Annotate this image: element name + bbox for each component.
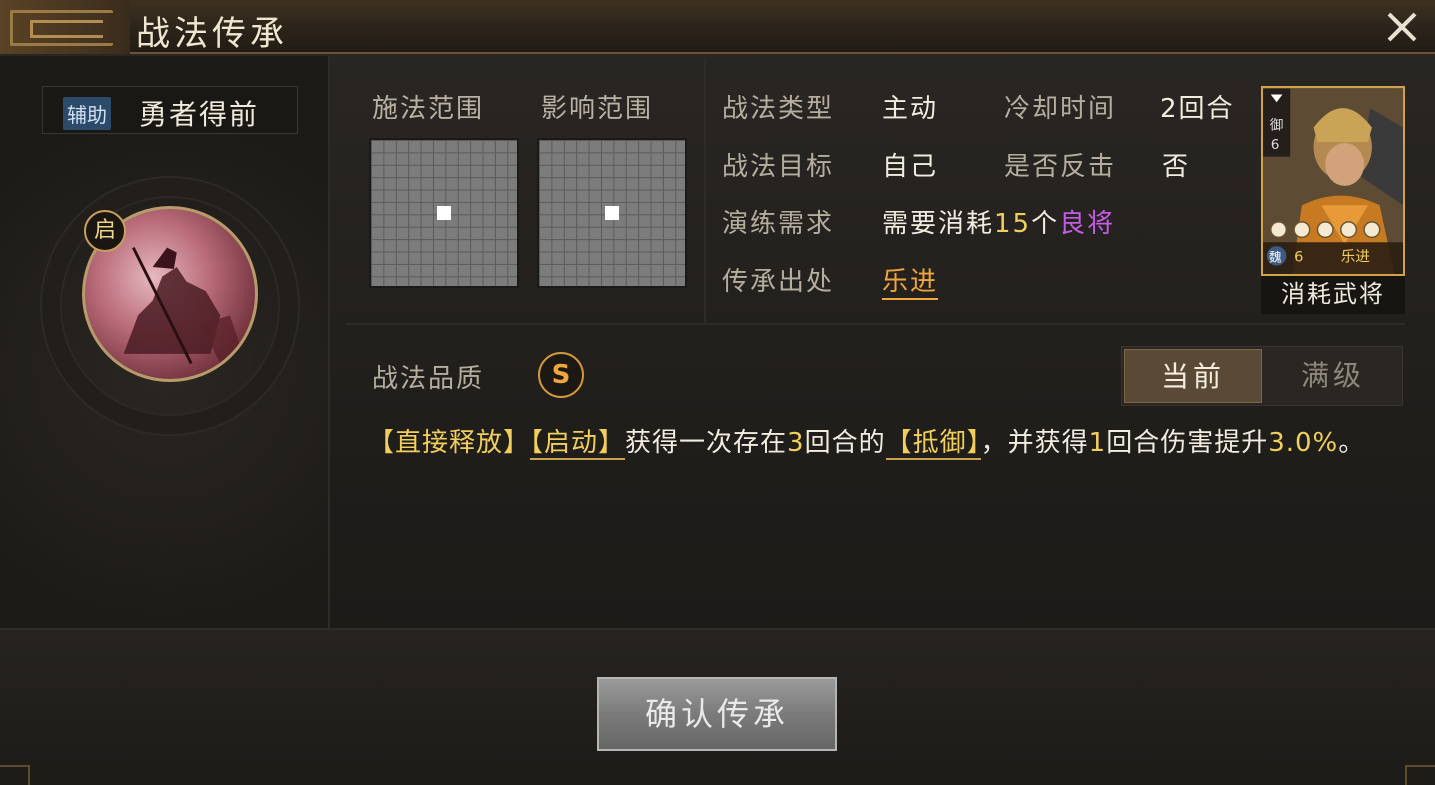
counter-value: 否: [1162, 152, 1191, 182]
target-value: 自己: [882, 152, 939, 182]
close-icon: [1387, 12, 1417, 42]
train-item: 良将: [1059, 209, 1116, 239]
desc-tag-defense[interactable]: 【抵御】: [885, 428, 981, 460]
source-label: 传承出处: [722, 267, 835, 297]
train-label: 演练需求: [722, 209, 835, 239]
source-value-wrap: 乐进: [882, 261, 939, 300]
desc-text-4: 回合伤害提升: [1106, 428, 1269, 458]
general-portrait-icon: 御 6 魏 6 乐进: [1263, 88, 1403, 274]
start-badge: 启: [84, 210, 126, 252]
corner-ornament-left: [0, 765, 30, 785]
tab-max-level[interactable]: 满级: [1264, 349, 1402, 403]
title-bar: 战法传承: [0, 0, 1435, 54]
card-troop-level: 6: [1271, 137, 1280, 153]
confirm-inherit-button[interactable]: 确认传承: [597, 677, 837, 751]
card-troop-type: 御: [1270, 117, 1284, 133]
counter-label: 是否反击: [1004, 152, 1117, 182]
skill-name: 勇者得前: [139, 98, 260, 131]
train-count: 15: [994, 209, 1032, 239]
cast-range-grid: [369, 138, 519, 288]
effect-range-label: 影响范围: [541, 94, 654, 124]
corner-ornament-right: [1405, 765, 1435, 785]
divider-horizontal: [345, 323, 1405, 325]
desc-text-3: ，并获得: [980, 428, 1089, 458]
desc-tag-start[interactable]: 【启动】: [530, 428, 626, 460]
cast-range-center: [437, 206, 451, 220]
desc-tag-direct: 【直接释放】: [368, 428, 531, 458]
close-button[interactable]: [1381, 6, 1423, 48]
quality-grade-badge: S: [538, 352, 584, 398]
desc-text-2: 回合的: [804, 428, 886, 458]
skill-name-box: 辅助 勇者得前: [42, 86, 298, 134]
card-caption: 消耗武将: [1261, 276, 1405, 314]
window-title: 战法传承: [136, 14, 288, 54]
cast-range-label: 施法范围: [372, 94, 485, 124]
desc-text-1: 获得一次存在: [625, 428, 788, 458]
title-ornament: [0, 0, 130, 54]
train-unit: 个: [1031, 209, 1060, 239]
dialog-window: 战法传承 辅助 勇者得前 启 施法范围 影响范围 战法类型 主动 冷却时间 2回…: [0, 0, 1435, 785]
desc-num-3: 3.0%: [1268, 428, 1339, 458]
effect-range-grid: [537, 138, 687, 288]
cooldown-value: 2回合: [1160, 94, 1235, 124]
target-label: 战法目标: [722, 152, 835, 182]
cooldown-label: 冷却时间: [1004, 94, 1117, 124]
type-value: 主动: [882, 94, 939, 124]
quality-label: 战法品质: [372, 364, 485, 394]
desc-num-1: 3: [787, 428, 805, 458]
train-prefix: 需要消耗: [882, 209, 995, 239]
effect-range-center: [605, 206, 619, 220]
train-requirement: 需要消耗15个良将: [882, 203, 1115, 240]
desc-text-5: 。: [1338, 428, 1366, 458]
card-faction: 魏: [1269, 250, 1282, 265]
type-label: 战法类型: [722, 94, 835, 124]
tab-current[interactable]: 当前: [1124, 349, 1262, 403]
skill-type-tag: 辅助: [63, 97, 111, 130]
general-card[interactable]: 御 6 魏 6 乐进: [1261, 86, 1405, 276]
card-level: 6: [1294, 249, 1303, 266]
source-general-link[interactable]: 乐进: [882, 267, 939, 300]
card-general-name: 乐进: [1341, 249, 1371, 266]
level-toggle: 当前 满级: [1121, 346, 1403, 406]
divider-vertical: [704, 58, 706, 324]
desc-num-2: 1: [1088, 428, 1107, 458]
skill-description: 【直接释放】【启动】获得一次存在3回合的【抵御】，并获得1回合伤害提升3.0%。: [368, 422, 1408, 464]
